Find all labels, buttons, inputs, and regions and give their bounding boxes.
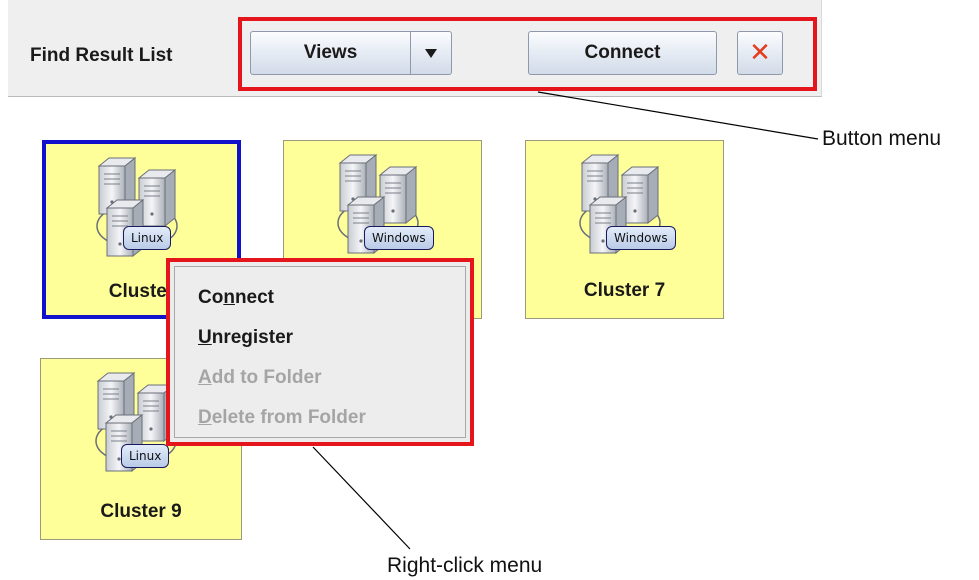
os-badge: Linux bbox=[123, 226, 172, 250]
menu-item-mnemonic: U bbox=[198, 327, 212, 348]
right-click-menu-leader-line bbox=[312, 446, 411, 550]
menu-item-mnemonic: A bbox=[198, 367, 212, 388]
right-click-menu-caption: Right-click menu bbox=[387, 554, 543, 577]
close-x-icon: ✕ bbox=[749, 38, 771, 68]
connect-button[interactable]: Connect bbox=[528, 31, 717, 75]
cluster-name: Cluster 7 bbox=[583, 280, 666, 301]
views-dropdown-button[interactable] bbox=[410, 31, 452, 75]
menu-item-text-after: nregister bbox=[211, 327, 294, 348]
os-badge: Windows bbox=[606, 226, 676, 250]
menu-item-text-after: dd to Folder bbox=[211, 367, 322, 388]
os-badge: Linux bbox=[121, 444, 170, 468]
menu-item-mnemonic: n bbox=[223, 287, 235, 308]
menu-item-delete-from-folder: Delete from Folder bbox=[198, 407, 366, 429]
context-menu-body: Connect Unregister Add to Folder Delete … bbox=[174, 266, 466, 438]
right-click-context-menu: Connect Unregister Add to Folder Delete … bbox=[166, 258, 474, 446]
menu-item-connect[interactable]: Connect bbox=[198, 287, 274, 309]
views-button[interactable]: Views bbox=[250, 31, 411, 75]
menu-item-mnemonic: D bbox=[198, 407, 212, 428]
button-menu-caption: Button menu bbox=[822, 127, 942, 150]
menu-item-unregister[interactable]: Unregister bbox=[198, 327, 293, 349]
os-badge: Windows bbox=[364, 226, 434, 250]
button-menu-leader-line bbox=[537, 91, 819, 140]
menu-item-add-to-folder: Add to Folder bbox=[198, 367, 322, 389]
cluster-name: Cluster 9 bbox=[100, 501, 182, 522]
menu-item-text-before: Co bbox=[198, 287, 224, 308]
close-button[interactable]: ✕ bbox=[737, 31, 783, 75]
toolbar-title: Find Result List bbox=[30, 45, 173, 66]
menu-item-text-after: nect bbox=[234, 287, 275, 308]
cluster-tile[interactable]: Windows Cluster 7 bbox=[525, 140, 724, 319]
screenshot-stage: Find Result List Views Connect ✕ Button … bbox=[0, 0, 979, 580]
menu-item-text-after: elete from Folder bbox=[211, 407, 366, 428]
triangle-down-icon bbox=[425, 48, 437, 58]
